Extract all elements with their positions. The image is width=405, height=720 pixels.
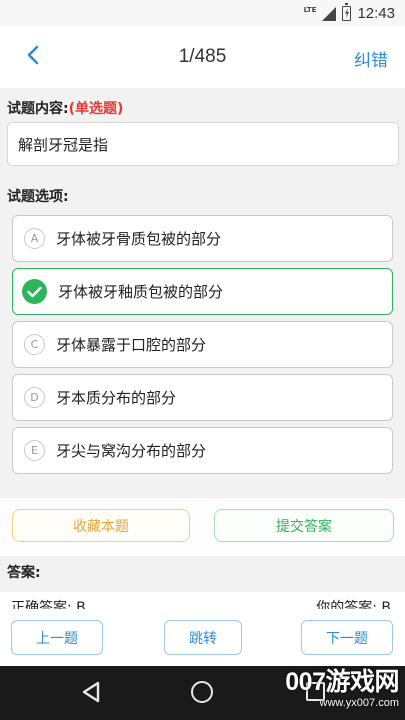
next-question-button[interactable]: 下一题 bbox=[301, 620, 393, 655]
option-text: 牙体暴露于口腔的部分 bbox=[56, 336, 207, 354]
correct-answer: 正确答案: B bbox=[11, 600, 86, 609]
signal-icon bbox=[322, 6, 337, 21]
option-letter: D bbox=[24, 387, 45, 408]
question-content: 试题内容:(单选题) 解剖牙冠是指 试题选项: A 牙体被牙骨质包被的部分 牙体… bbox=[0, 88, 405, 498]
clock: 12:43 bbox=[357, 4, 395, 22]
option-text: 牙尖与窝沟分布的部分 bbox=[56, 442, 207, 460]
option-d[interactable]: D 牙本质分布的部分 bbox=[12, 374, 393, 421]
question-text-box: 解剖牙冠是指 bbox=[7, 122, 399, 166]
question-label-row: 试题内容:(单选题) bbox=[7, 98, 123, 118]
answer-section: 答案: 正确答案: B 你的答案: B bbox=[0, 556, 405, 609]
answer-row: 正确答案: B 你的答案: B bbox=[0, 592, 405, 609]
option-text: 牙体被牙釉质包被的部分 bbox=[58, 283, 224, 301]
your-answer: 你的答案: B bbox=[316, 600, 391, 609]
network-type-label: LTE bbox=[303, 6, 317, 14]
watermark: 007游戏网 www.yx007.com bbox=[285, 668, 399, 710]
question-text: 解剖牙冠是指 bbox=[18, 136, 109, 154]
watermark-url: www.yx007.com bbox=[319, 697, 399, 709]
question-navigation: 上一题 跳转 下一题 bbox=[0, 609, 405, 666]
action-bar: 收藏本题 提交答案 bbox=[0, 498, 405, 556]
question-label: 试题内容: bbox=[7, 101, 69, 117]
question-type-badge: (单选题) bbox=[68, 101, 124, 117]
system-back-icon[interactable] bbox=[80, 680, 102, 708]
answer-label: 答案: bbox=[7, 565, 41, 581]
option-letter: E bbox=[24, 440, 45, 461]
option-text: 牙体被牙骨质包被的部分 bbox=[56, 230, 222, 248]
option-a[interactable]: A 牙体被牙骨质包被的部分 bbox=[12, 215, 393, 262]
options-label: 试题选项: bbox=[7, 189, 69, 205]
option-b[interactable]: 牙体被牙釉质包被的部分 bbox=[12, 268, 393, 315]
status-bar: LTE 12:43 bbox=[0, 0, 405, 26]
option-letter: C bbox=[24, 334, 45, 355]
option-letter: A bbox=[24, 228, 45, 249]
watermark-logo: 007游戏网 bbox=[285, 668, 399, 696]
option-text: 牙本质分布的部分 bbox=[56, 389, 177, 407]
system-home-icon[interactable] bbox=[191, 681, 213, 703]
previous-question-button[interactable]: 上一题 bbox=[11, 620, 103, 655]
favorite-button[interactable]: 收藏本题 bbox=[12, 509, 190, 542]
status-icons: LTE 12:43 bbox=[303, 2, 395, 23]
app-header: 1/485 纠错 bbox=[0, 26, 405, 88]
option-e[interactable]: E 牙尖与窝沟分布的部分 bbox=[12, 427, 393, 474]
battery-icon bbox=[342, 2, 352, 21]
check-circle-icon bbox=[22, 279, 47, 304]
report-error-button[interactable]: 纠错 bbox=[354, 46, 388, 71]
option-c[interactable]: C 牙体暴露于口腔的部分 bbox=[12, 321, 393, 368]
question-progress: 1/485 bbox=[178, 46, 227, 67]
jump-button[interactable]: 跳转 bbox=[164, 620, 242, 655]
submit-answer-button[interactable]: 提交答案 bbox=[214, 509, 394, 542]
